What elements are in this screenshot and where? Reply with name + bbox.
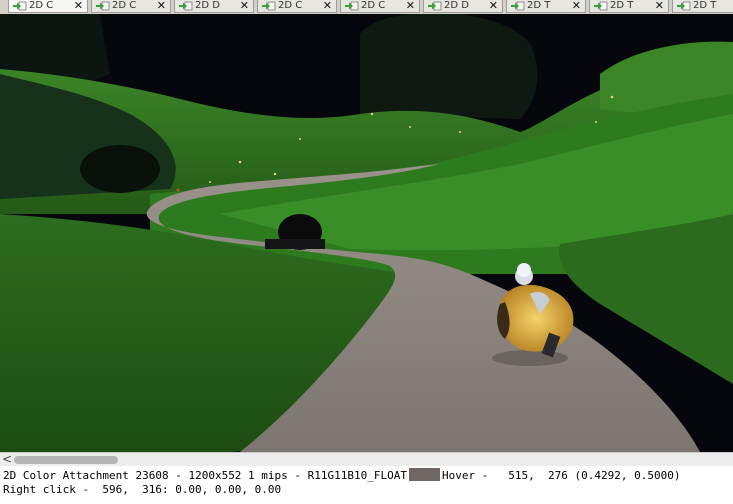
texture-name: 2D Color Attachment 23608 bbox=[3, 469, 169, 482]
texture-tab[interactable]: 2D D ✕ bbox=[174, 0, 254, 13]
status-line-right-click: Right click - 596, 316: 0.00, 0.00, 0.00 bbox=[3, 482, 281, 497]
tab-label: 2D T bbox=[527, 0, 551, 11]
texture-format: R11G11B10_FLOAT bbox=[307, 469, 408, 482]
scrollbar-thumb[interactable] bbox=[14, 456, 118, 464]
horizontal-scrollbar[interactable]: < bbox=[0, 452, 733, 466]
close-icon[interactable]: ✕ bbox=[240, 0, 249, 12]
green-arrow-document-icon bbox=[13, 1, 27, 11]
green-arrow-document-icon bbox=[428, 1, 442, 11]
texture-dimensions: 1200x552 1 mips bbox=[188, 469, 288, 482]
texture-tab[interactable]: 2D T ✕ bbox=[506, 0, 586, 13]
texture-tab-bar: 2D C ✕ 2D C ✕ 2D D ✕ 2D C ✕ 2D C ✕ 2D D ✕ 2D T ✕ 2D T ✕… bbox=[0, 0, 733, 15]
status-bar: 2D Color Attachment 23608 - 1200x552 1 m… bbox=[0, 466, 733, 504]
dark-tree-silhouette bbox=[360, 14, 538, 119]
tab-label: 2D C bbox=[29, 0, 54, 11]
tab-label: 2D C bbox=[361, 0, 386, 11]
hover-value: 515, 276 (0.4292, 0.5000) bbox=[508, 469, 681, 482]
green-arrow-document-icon bbox=[345, 1, 359, 11]
texture-tab[interactable]: 2D C ✕ bbox=[91, 0, 171, 13]
hover-color-swatch bbox=[409, 468, 441, 481]
hover-label: Hover - bbox=[442, 469, 489, 482]
green-arrow-document-icon bbox=[179, 1, 193, 11]
tab-label: 2D C bbox=[278, 0, 303, 11]
scroll-left-arrow-icon[interactable]: < bbox=[2, 452, 12, 466]
tab-label: 2D T bbox=[610, 0, 634, 11]
right-click-value: 596, 316: 0.00, 0.00, 0.00 bbox=[102, 483, 282, 496]
close-icon[interactable]: ✕ bbox=[157, 0, 166, 12]
status-line-texture-info: 2D Color Attachment 23608 - 1200x552 1 m… bbox=[3, 468, 681, 482]
close-icon[interactable]: ✕ bbox=[489, 0, 498, 12]
texture-viewport[interactable] bbox=[0, 14, 733, 452]
green-arrow-document-icon bbox=[594, 1, 608, 11]
close-icon[interactable]: ✕ bbox=[323, 0, 332, 12]
tab-label: 2D T bbox=[693, 0, 717, 11]
texture-tab[interactable]: 2D D ✕ bbox=[423, 0, 503, 13]
green-arrow-document-icon bbox=[262, 1, 276, 11]
rendered-game-scene[interactable] bbox=[0, 14, 733, 452]
green-arrow-document-icon bbox=[511, 1, 525, 11]
green-arrow-document-icon bbox=[96, 1, 110, 11]
tab-label: 2D D bbox=[195, 0, 220, 11]
shrine-base bbox=[265, 239, 325, 249]
close-icon[interactable]: ✕ bbox=[655, 0, 664, 12]
texture-tab[interactable]: 2D T✕ bbox=[672, 0, 733, 13]
tab-label: 2D C bbox=[112, 0, 137, 11]
tab-label: 2D D bbox=[444, 0, 469, 11]
texture-tab[interactable]: 2D C ✕ bbox=[340, 0, 420, 13]
close-icon[interactable]: ✕ bbox=[74, 0, 83, 12]
texture-tab[interactable]: 2D C ✕ bbox=[8, 0, 88, 13]
cave-opening bbox=[80, 145, 160, 193]
close-icon[interactable]: ✕ bbox=[406, 0, 415, 12]
right-click-label: Right click - bbox=[3, 483, 90, 496]
texture-tab[interactable]: 2D T ✕ bbox=[589, 0, 669, 13]
close-icon[interactable]: ✕ bbox=[572, 0, 581, 12]
green-arrow-document-icon bbox=[677, 1, 691, 11]
texture-tab[interactable]: 2D C ✕ bbox=[257, 0, 337, 13]
